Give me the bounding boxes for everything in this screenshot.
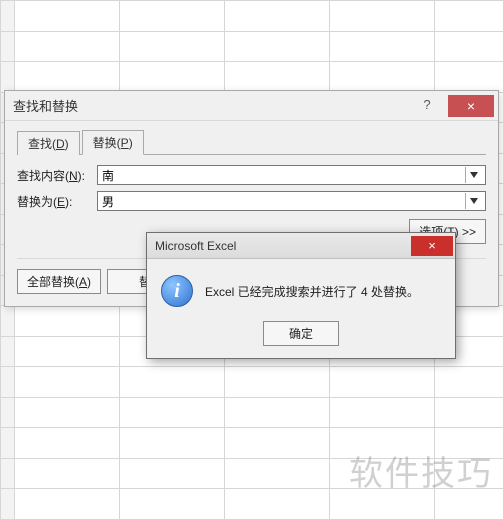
message-titlebar[interactable]: Microsoft Excel × [147,233,455,259]
chevron-down-icon [470,172,478,178]
tab-replace-mnemonic: P [121,136,129,150]
tab-find[interactable]: 查找(D) [17,131,80,155]
find-what-input[interactable]: 南 [97,165,486,185]
tab-strip: 查找(D) 替换(P) [17,131,486,155]
tab-replace-label-suf: ) [129,136,133,150]
message-box: Microsoft Excel × i Excel 已经完成搜索并进行了 4 处… [146,232,456,359]
find-what-dropdown[interactable] [465,167,481,183]
message-title: Microsoft Excel [155,239,411,253]
info-icon: i [161,275,193,307]
chevron-down-icon [470,198,478,204]
tab-find-mnemonic: D [56,137,65,151]
close-button[interactable]: × [448,95,494,117]
tab-replace-label-pre: 替换( [93,136,121,150]
ok-button[interactable]: 确定 [263,321,339,346]
find-replace-title: 查找和替换 [13,96,410,115]
find-what-label: 查找内容(N): [17,167,97,184]
message-text: Excel 已经完成搜索并进行了 4 处替换。 [205,283,419,300]
tab-find-label-suf: ) [65,137,69,151]
replace-with-label: 替换为(E): [17,193,97,210]
find-what-value: 南 [102,167,465,184]
replace-with-input[interactable]: 男 [97,191,486,211]
help-button[interactable]: ? [410,95,444,117]
tab-find-label-pre: 查找( [28,137,56,151]
find-replace-titlebar[interactable]: 查找和替换 ? × [5,91,498,121]
tab-replace[interactable]: 替换(P) [82,130,144,155]
replace-with-dropdown[interactable] [465,193,481,209]
replace-with-value: 男 [102,193,465,210]
replace-all-button[interactable]: 全部替换(A) [17,269,101,294]
message-close-button[interactable]: × [411,236,453,256]
